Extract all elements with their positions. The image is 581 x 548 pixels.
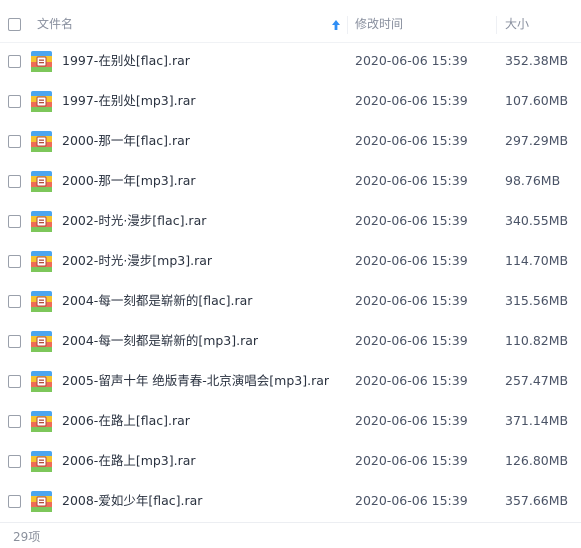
file-name[interactable]: 1997-在别处[mp3].rar (62, 81, 196, 121)
file-name[interactable]: 2005-留声十年 绝版青春-北京演唱会[mp3].rar (62, 361, 329, 401)
file-size: 297.29MB (505, 133, 569, 148)
file-size: 340.55MB (505, 213, 569, 228)
file-row[interactable]: 1997-在别处[mp3].rar 2020-06-06 15:39 107.6… (0, 81, 581, 121)
rar-archive-icon (31, 211, 52, 232)
file-row[interactable]: 2002-时光·漫步[mp3].rar 2020-06-06 15:39 114… (0, 241, 581, 281)
rar-archive-icon (31, 91, 52, 112)
file-size: 114.70MB (505, 253, 569, 268)
file-modified-time: 2020-06-06 15:39 (355, 213, 468, 228)
file-name[interactable]: 2006-在路上[flac].rar (62, 401, 190, 441)
file-modified-time: 2020-06-06 15:39 (355, 493, 468, 508)
rar-archive-icon (31, 331, 52, 352)
rar-archive-icon (31, 411, 52, 432)
column-header-size[interactable]: 大小 (505, 7, 529, 42)
file-name[interactable]: 2006-在路上[mp3].rar (62, 441, 196, 481)
item-count: 29项 (13, 530, 41, 544)
file-name[interactable]: 2004-每一刻都是崭新的[mp3].rar (62, 321, 258, 361)
row-checkbox[interactable] (8, 455, 21, 468)
file-list-header: 文件名 修改时间 大小 (0, 7, 581, 43)
file-row[interactable]: 2008-爱如少年[flac].rar 2020-06-06 15:39 357… (0, 481, 581, 521)
file-modified-time: 2020-06-06 15:39 (355, 173, 468, 188)
footer-divider (0, 522, 581, 523)
rar-archive-icon (31, 491, 52, 512)
file-row[interactable]: 2006-在路上[mp3].rar 2020-06-06 15:39 126.8… (0, 441, 581, 481)
file-row[interactable]: 2005-留声十年 绝版青春-北京演唱会[mp3].rar 2020-06-06… (0, 361, 581, 401)
row-checkbox[interactable] (8, 215, 21, 228)
rar-archive-icon (31, 251, 52, 272)
row-checkbox[interactable] (8, 295, 21, 308)
file-name[interactable]: 2008-爱如少年[flac].rar (62, 481, 202, 521)
select-all-checkbox[interactable] (8, 18, 21, 31)
file-size: 110.82MB (505, 333, 569, 348)
rar-archive-icon (31, 291, 52, 312)
file-name[interactable]: 2002-时光·漫步[flac].rar (62, 201, 206, 241)
file-name[interactable]: 1997-在别处[flac].rar (62, 41, 190, 81)
file-name[interactable]: 2002-时光·漫步[mp3].rar (62, 241, 212, 281)
file-row[interactable]: 2002-时光·漫步[flac].rar 2020-06-06 15:39 34… (0, 201, 581, 241)
file-size: 371.14MB (505, 413, 569, 428)
file-modified-time: 2020-06-06 15:39 (355, 253, 468, 268)
row-checkbox[interactable] (8, 375, 21, 388)
row-checkbox[interactable] (8, 415, 21, 428)
row-checkbox[interactable] (8, 135, 21, 148)
column-header-modified[interactable]: 修改时间 (355, 7, 403, 42)
rar-archive-icon (31, 451, 52, 472)
file-row[interactable]: 2000-那一年[flac].rar 2020-06-06 15:39 297.… (0, 121, 581, 161)
sort-ascending-arrow-icon[interactable] (331, 19, 341, 31)
file-row[interactable]: 2000-那一年[mp3].rar 2020-06-06 15:39 98.76… (0, 161, 581, 201)
column-divider[interactable] (347, 16, 348, 34)
file-modified-time: 2020-06-06 15:39 (355, 93, 468, 108)
column-divider[interactable] (496, 16, 497, 34)
file-modified-time: 2020-06-06 15:39 (355, 293, 468, 308)
row-checkbox[interactable] (8, 175, 21, 188)
file-name[interactable]: 2004-每一刻都是崭新的[flac].rar (62, 281, 252, 321)
row-checkbox[interactable] (8, 95, 21, 108)
row-checkbox[interactable] (8, 55, 21, 68)
rar-archive-icon (31, 131, 52, 152)
file-size: 126.80MB (505, 453, 569, 468)
file-modified-time: 2020-06-06 15:39 (355, 53, 468, 68)
file-row[interactable]: 2004-每一刻都是崭新的[mp3].rar 2020-06-06 15:39 … (0, 321, 581, 361)
file-name[interactable]: 2000-那一年[mp3].rar (62, 161, 196, 201)
file-name[interactable]: 2000-那一年[flac].rar (62, 121, 190, 161)
file-row[interactable]: 2006-在路上[flac].rar 2020-06-06 15:39 371.… (0, 401, 581, 441)
column-header-name[interactable]: 文件名 (37, 7, 73, 42)
rar-archive-icon (31, 51, 52, 72)
rar-archive-icon (31, 371, 52, 392)
rar-archive-icon (31, 171, 52, 192)
row-checkbox[interactable] (8, 335, 21, 348)
file-size: 357.66MB (505, 493, 569, 508)
file-row[interactable]: 2004-每一刻都是崭新的[flac].rar 2020-06-06 15:39… (0, 281, 581, 321)
file-modified-time: 2020-06-06 15:39 (355, 333, 468, 348)
row-checkbox[interactable] (8, 495, 21, 508)
file-size: 352.38MB (505, 53, 569, 68)
file-modified-time: 2020-06-06 15:39 (355, 453, 468, 468)
file-size: 98.76MB (505, 173, 561, 188)
file-row[interactable]: 1997-在别处[flac].rar 2020-06-06 15:39 352.… (0, 41, 581, 81)
file-modified-time: 2020-06-06 15:39 (355, 133, 468, 148)
row-checkbox[interactable] (8, 255, 21, 268)
file-modified-time: 2020-06-06 15:39 (355, 373, 468, 388)
file-size: 257.47MB (505, 373, 569, 388)
file-modified-time: 2020-06-06 15:39 (355, 413, 468, 428)
file-size: 107.60MB (505, 93, 569, 108)
file-size: 315.56MB (505, 293, 569, 308)
